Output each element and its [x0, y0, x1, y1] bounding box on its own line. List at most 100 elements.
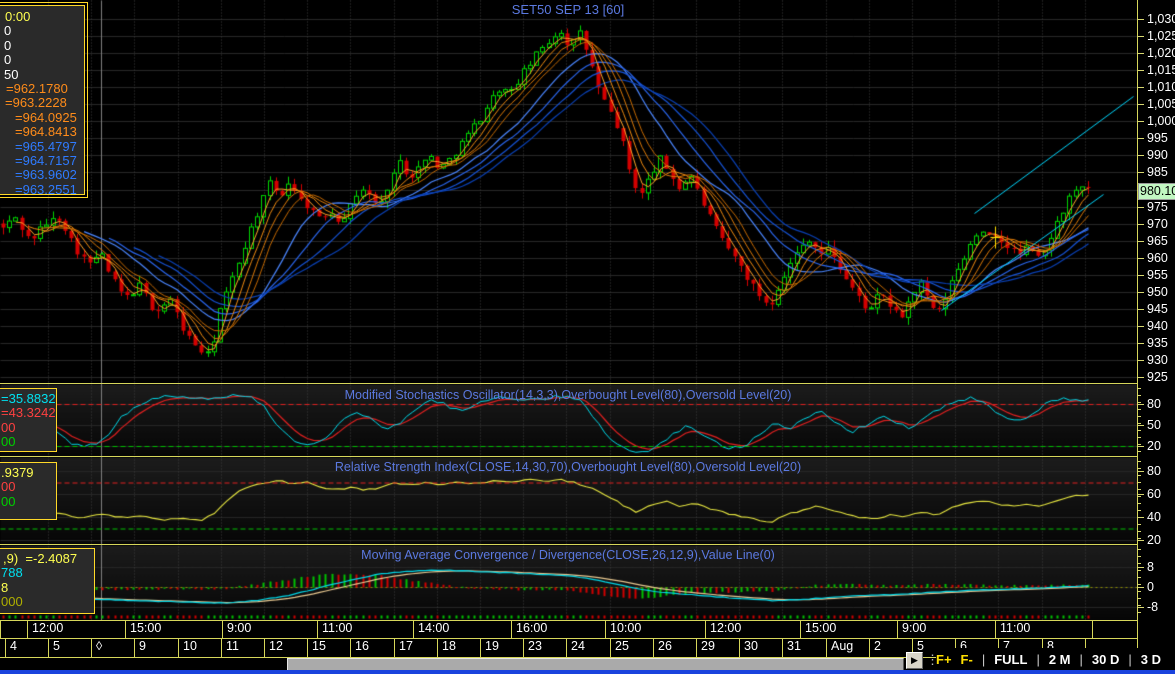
price-axis-label: 1,025: [1147, 29, 1175, 44]
axis-minor-tick: [1137, 430, 1141, 431]
rsi-axis-label: 20: [1147, 533, 1161, 547]
chart-application-window: SET50 SEP 13 [60] Modified Stochastics O…: [0, 0, 1175, 674]
time-cell-border: [800, 620, 801, 638]
date-cell-border: [523, 638, 524, 657]
macd-title: Moving Average Convergence / Divergence(…: [361, 548, 775, 562]
price-axis-tick: [1137, 274, 1144, 276]
legend-value: =962.1780: [6, 81, 68, 97]
date-cell-border: [869, 638, 870, 657]
stochastic-axis-label: 80: [1147, 397, 1161, 411]
date-label: 4: [10, 639, 17, 653]
axis-minor-tick: [1137, 468, 1141, 469]
time-cell-border: [605, 620, 606, 638]
price-axis-tick: [1137, 155, 1144, 157]
date-label: 15: [312, 639, 326, 653]
date-label: 11: [226, 639, 239, 653]
3d-button[interactable]: 3 D: [1141, 652, 1161, 667]
legend-value: =963.2551: [15, 181, 77, 197]
time-cell-border: [27, 620, 28, 638]
price-axis-label: 1,015: [1147, 63, 1175, 78]
rsi-axis-label: 40: [1147, 510, 1161, 524]
axis-minor-tick: [1137, 549, 1141, 550]
legend-value: 00: [1, 493, 16, 509]
price-axis-tick: [1137, 172, 1144, 174]
legend-value: =43.3242: [1, 405, 56, 421]
axis-minor-tick: [1137, 598, 1141, 599]
legend-value: =964.0925: [15, 109, 77, 125]
30d-button[interactable]: 30 D: [1092, 652, 1119, 667]
date-label: 17: [399, 639, 413, 653]
price-axis-label: 1,000: [1147, 114, 1175, 129]
macd-axis-tick: [1137, 587, 1144, 588]
legend-value: 0:00: [5, 9, 31, 24]
price-axis-tick: [1137, 308, 1144, 310]
price-axis-label: 1,030: [1147, 12, 1175, 26]
price-axis-label: 945: [1147, 301, 1168, 316]
toolbar-separator: |: [1036, 651, 1040, 667]
date-cell-border: [610, 638, 611, 657]
panel-separator[interactable]: [0, 456, 1138, 457]
rsi-axis-tick: [1137, 540, 1144, 541]
time-label: 11:00: [322, 621, 353, 635]
scroll-right-button[interactable]: ▶: [906, 652, 923, 669]
price-axis-label: 990: [1147, 148, 1168, 163]
date-label: 5: [53, 639, 60, 653]
date-cell-border: [566, 638, 567, 657]
date-cell-border: [178, 638, 179, 657]
macd-axis-tick: [1137, 567, 1144, 568]
date-cell-border: [739, 638, 740, 657]
time-label: 9:00: [227, 621, 252, 635]
time-label: 16:00: [516, 621, 548, 635]
price-axis-tick: [1137, 104, 1144, 106]
axis-minor-tick: [1137, 496, 1141, 497]
price-axis-tick: [1137, 121, 1144, 123]
price-axis-tick: [1137, 206, 1144, 208]
toolbar-separator: |: [1128, 651, 1132, 667]
axis-minor-tick: [1137, 451, 1141, 452]
time-label: 12:00: [710, 621, 742, 635]
price-axis-tick: [1137, 325, 1144, 327]
f-plus-button[interactable]: F+: [936, 652, 952, 667]
price-axis-tick: [1137, 87, 1144, 89]
f-minus-button[interactable]: F-: [961, 652, 973, 667]
rsi-axis-label: 60: [1147, 487, 1161, 501]
2m-button[interactable]: 2 M: [1049, 652, 1071, 667]
axis-row-separator: [0, 638, 1138, 639]
axis-minor-tick: [1137, 538, 1141, 539]
stochastic-legend-box: =35.8832 =43.3242 00 00: [0, 388, 57, 452]
legend-value: =35.8832: [1, 391, 56, 406]
legend-value: 00: [1, 479, 16, 495]
axis-border: [1137, 0, 1138, 657]
axis-minor-tick: [1137, 591, 1141, 592]
price-axis-label: 1,005: [1147, 97, 1175, 112]
time-label: 11:00: [1000, 621, 1031, 635]
date-label: 24: [571, 639, 585, 653]
date-label: 19: [485, 639, 499, 653]
rsi-axis-tick: [1137, 494, 1144, 495]
time-label: 12:00: [32, 621, 64, 635]
chart-canvas[interactable]: [0, 0, 1137, 620]
axis-minor-tick: [1137, 503, 1141, 504]
date-cell-border: [221, 638, 222, 657]
price-axis-label: 930: [1147, 353, 1168, 367]
time-cell-border: [511, 620, 512, 638]
time-axis-row[interactable]: 12:00 15:00 9:00 11:00 14:00 16:00 10:00 12:00 1…: [0, 620, 1138, 638]
price-axis-label: 955: [1147, 267, 1168, 282]
price-axis-label: 1,020: [1147, 46, 1175, 61]
panel-separator[interactable]: [0, 544, 1138, 545]
date-cell-border: [264, 638, 265, 657]
date-cell-border: [91, 638, 92, 657]
date-label: 18: [442, 639, 456, 653]
full-button[interactable]: FULL: [994, 652, 1027, 667]
price-axis-label: 985: [1147, 165, 1168, 180]
last-price-badge: 980.10: [1138, 183, 1175, 200]
price-axis-label: 925: [1147, 370, 1168, 385]
legend-value: =963.9602: [15, 167, 77, 183]
price-axis-tick: [1137, 19, 1144, 20]
axis-minor-tick: [1137, 556, 1141, 557]
date-label: 30: [744, 639, 758, 653]
date-cell-border: [826, 638, 827, 657]
date-cell-border: [134, 638, 135, 657]
axis-minor-tick: [1137, 605, 1141, 606]
panel-separator[interactable]: [0, 383, 1138, 384]
